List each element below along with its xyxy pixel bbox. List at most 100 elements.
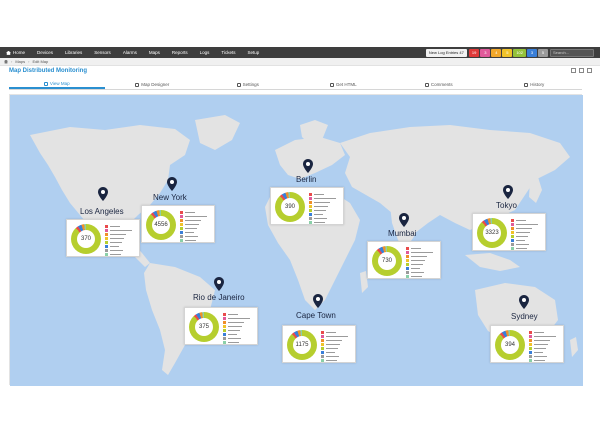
sensor-summary-card[interactable]: 730 [367,241,441,279]
sensor-summary-card[interactable]: 394 [490,325,564,363]
nav-reports[interactable]: Reports [166,47,194,58]
nav-devices[interactable]: Devices [31,47,59,58]
map-panel: Los Angeles 370 New York 4556 Berlin 390 Mumba… [9,94,583,386]
sensor-summary-card[interactable]: 370 [66,219,140,257]
legend-swatch [511,230,514,234]
sensor-donut-chart: 394 [495,330,525,360]
map-pin-icon[interactable] [519,295,529,309]
world-map[interactable]: Los Angeles 370 New York 4556 Berlin 390 Mumba… [10,95,583,386]
sensor-status-legend [223,312,257,344]
legend-text-placeholder [534,347,546,349]
status-badge[interactable]: 3 [480,48,491,57]
map-pin-icon[interactable] [214,277,224,291]
legend-swatch [223,332,226,336]
tab-settings[interactable]: Settings [200,81,296,89]
city-label[interactable]: Sydney [511,312,538,321]
sensor-summary-card[interactable]: 390 [270,187,344,225]
sensor-status-legend [309,192,343,224]
top-navigation: Home Devices Libraries Sensors Alarms Ma… [0,47,600,58]
sensor-donut-chart: 370 [71,224,101,254]
search-input[interactable]: Search... [550,48,594,57]
tab-get-html[interactable]: Get HTML [296,81,392,89]
legend-swatch [180,230,183,234]
status-badge[interactable]: 5 [502,48,513,57]
legend-row [511,246,545,250]
map-pin-icon[interactable] [303,159,313,173]
legend-text-placeholder [110,229,132,231]
city-label[interactable]: Cape Town [296,311,336,320]
legend-text-placeholder [326,343,340,345]
city-label[interactable]: Los Angeles [80,207,124,216]
nav-libraries[interactable]: Libraries [59,47,88,58]
sensor-donut-chart: 375 [189,312,219,342]
tab-history[interactable]: History [487,81,583,89]
city-label[interactable]: Berlin [296,175,316,184]
legend-text-placeholder [411,271,424,273]
legend-text-placeholder [534,359,545,361]
sensor-summary-card[interactable]: 1175 [282,325,356,363]
status-badge[interactable]: 102 [513,48,526,57]
sensor-count: 4556 [152,216,170,234]
city-label[interactable]: Rio de Janeiro [193,293,245,302]
legend-swatch [529,330,532,334]
map-pin-icon[interactable] [399,213,409,227]
breadcrumb-separator: › [11,59,13,64]
legend-swatch [309,212,312,216]
breadcrumb: › Maps › Edit Map [0,58,600,66]
tab-history-label: History [530,82,545,87]
legend-swatch [321,354,324,358]
city-label[interactable]: New York [153,193,187,202]
status-badge[interactable]: 3 [527,48,537,57]
sensor-status-legend [321,330,355,362]
legend-text-placeholder [314,197,336,199]
city-label[interactable]: Tokyo [496,201,517,210]
tab-comments[interactable]: Comments [391,81,487,89]
sensor-status-legend [105,224,139,256]
status-badge[interactable]: 19 [468,48,480,57]
nav-alarms[interactable]: Alarms [117,47,143,58]
menu-icon[interactable] [587,68,592,73]
legend-swatch [511,222,514,226]
legend-swatch [309,192,312,196]
legend-swatch [321,346,324,350]
tab-view-map[interactable]: View Map [9,81,105,89]
tab-get-html-label: Get HTML [335,82,357,87]
sensor-summary-card[interactable]: 3323 [472,213,546,251]
status-badge[interactable]: 4 [491,48,502,57]
city-label[interactable]: Mumbai [388,229,416,238]
tab-map-designer[interactable]: Map Designer [105,81,201,89]
nav-tickets[interactable]: Tickets [215,47,241,58]
print-icon[interactable] [571,68,576,73]
legend-text-placeholder [411,263,423,265]
legend-text-placeholder [326,347,338,349]
map-pin-icon[interactable] [503,185,513,199]
legend-row [180,238,214,242]
legend-text-placeholder [185,231,194,233]
status-badge[interactable]: 5 [538,48,548,57]
map-designer-icon [135,83,140,87]
new-log-entries-button[interactable]: New Log Entries 47 [425,48,467,57]
legend-row [406,274,440,278]
map-pin-icon[interactable] [313,294,323,308]
map-pin-icon[interactable] [98,187,108,201]
legend-swatch [105,236,108,240]
fullscreen-icon[interactable] [579,68,584,73]
legend-text-placeholder [228,317,250,319]
nav-maps[interactable]: Maps [143,47,166,58]
legend-swatch [180,222,183,226]
nav-sensors[interactable]: Sensors [88,47,117,58]
legend-swatch [180,234,183,238]
sensor-summary-card[interactable]: 375 [184,307,258,345]
map-pin-icon[interactable] [167,177,177,191]
legend-swatch [529,358,532,362]
nav-logs[interactable]: Logs [194,47,216,58]
legend-swatch [105,240,108,244]
nav-setup[interactable]: Setup [241,47,265,58]
sensor-summary-card[interactable]: 4556 [141,205,215,243]
legend-text-placeholder [326,335,348,337]
nav-home[interactable]: Home [0,47,31,58]
home-icon[interactable] [4,59,8,64]
legend-text-placeholder [110,233,126,235]
legend-text-placeholder [326,331,336,333]
breadcrumb-maps[interactable]: Maps [15,59,25,64]
